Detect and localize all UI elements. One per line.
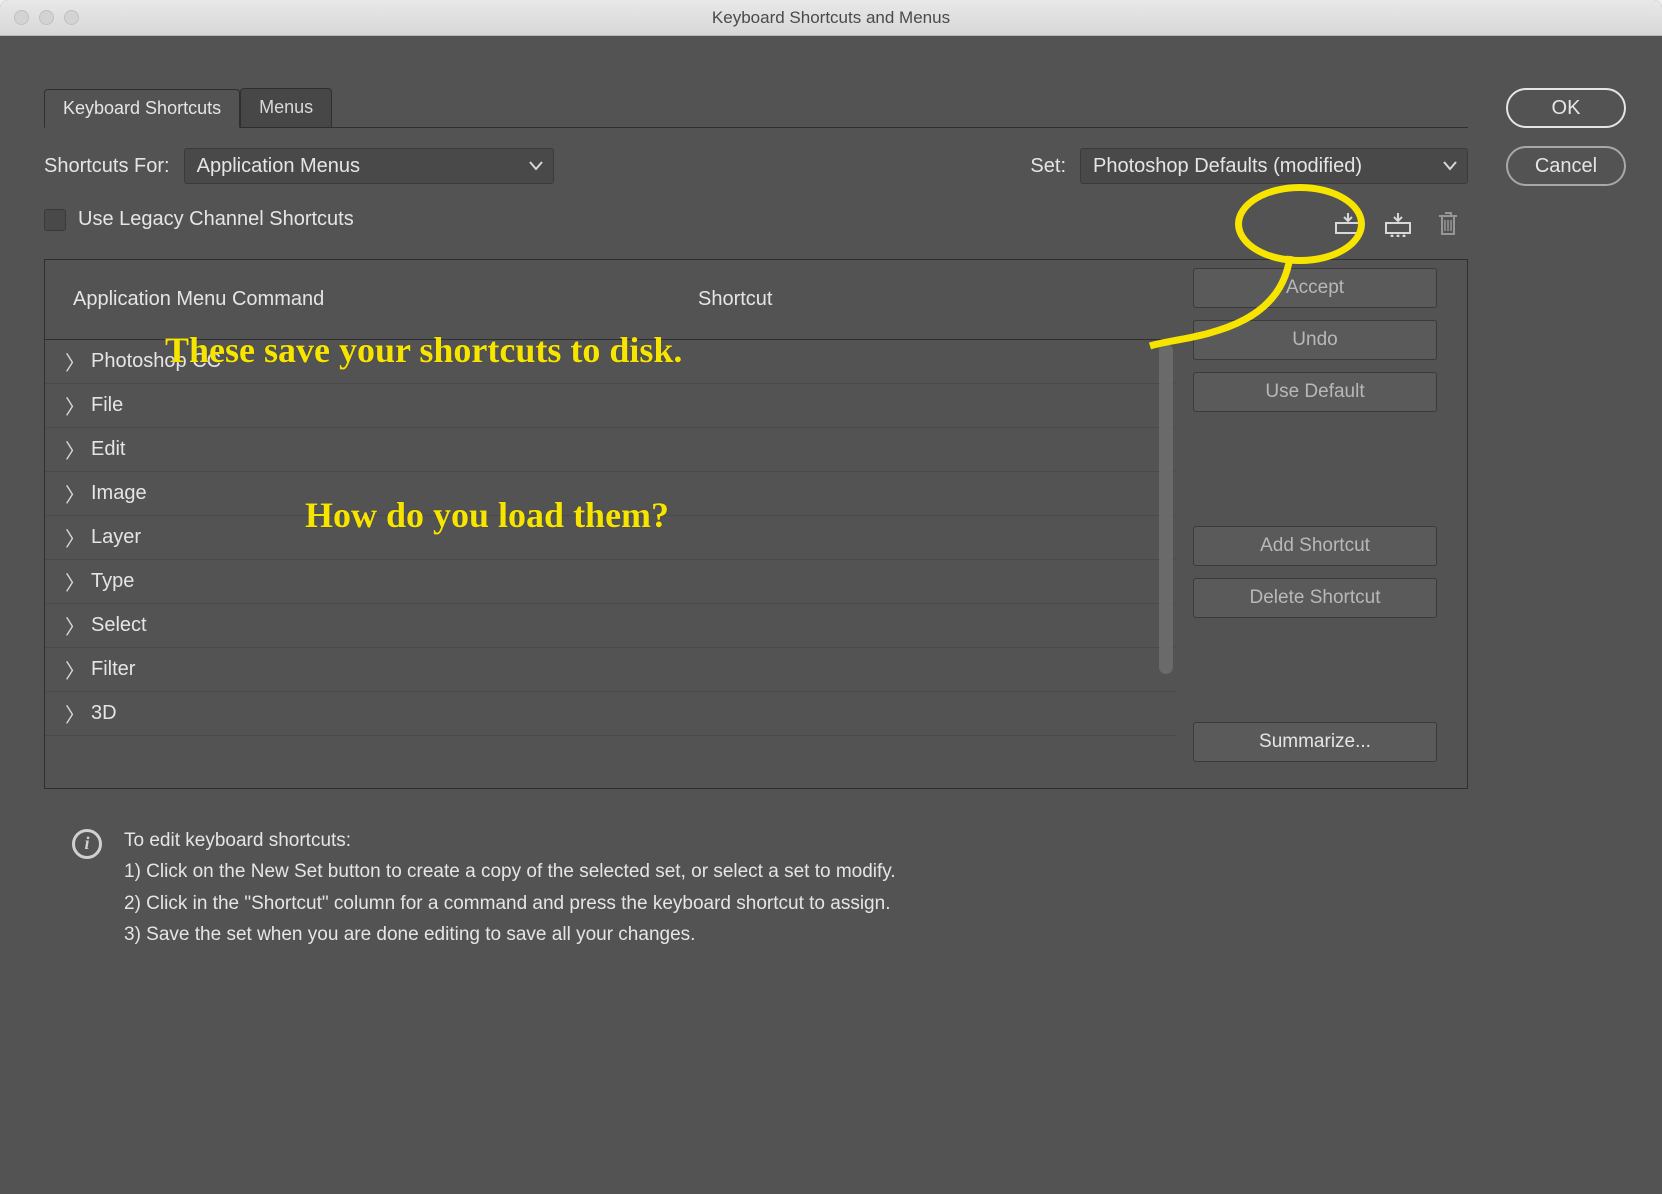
item-label: Type (91, 570, 134, 593)
undo-button[interactable]: Undo (1193, 320, 1437, 360)
set-label: Set: (1030, 155, 1066, 178)
chevron-right-icon: 〉 (65, 655, 79, 684)
save-icon (1333, 211, 1363, 237)
info-icon: i (72, 829, 102, 859)
shortcuts-for-label: Shortcuts For: (44, 155, 170, 178)
list-item[interactable]: 〉 File (45, 384, 1175, 428)
titlebar: Keyboard Shortcuts and Menus (0, 0, 1662, 36)
chevron-right-icon: 〉 (65, 435, 79, 464)
item-label: 3D (91, 702, 117, 725)
scrollbar[interactable] (1159, 344, 1173, 674)
info-line: 2) Click in the "Shortcut" column for a … (124, 888, 896, 919)
info-block: i To edit keyboard shortcuts: 1) Click o… (44, 825, 1468, 950)
list-item[interactable]: 〉 Photoshop CC (45, 340, 1175, 384)
main-panel: Keyboard Shortcuts Menus Shortcuts For: … (44, 88, 1468, 950)
info-text: To edit keyboard shortcuts: 1) Click on … (124, 825, 896, 950)
shortcuts-list: Application Menu Command Shortcut 〉 Photo… (45, 260, 1175, 788)
chevron-down-icon (1443, 161, 1457, 171)
item-label: Image (91, 482, 147, 505)
shortcuts-list-area: Application Menu Command Shortcut 〉 Photo… (44, 259, 1468, 789)
set-value: Photoshop Defaults (modified) (1093, 155, 1362, 178)
use-default-button[interactable]: Use Default (1193, 372, 1437, 412)
dialog-window: Keyboard Shortcuts and Menus OK Cancel K… (0, 0, 1662, 1194)
column-command: Application Menu Command (73, 288, 578, 311)
ok-button[interactable]: OK (1506, 88, 1626, 128)
shortcuts-for-row: Shortcuts For: Application Menus Set: Ph… (44, 148, 1468, 184)
list-header: Application Menu Command Shortcut (45, 260, 1175, 340)
column-shortcut: Shortcut (698, 288, 772, 311)
item-label: File (91, 394, 123, 417)
info-heading: To edit keyboard shortcuts: (124, 825, 896, 856)
save-as-icon (1383, 211, 1413, 237)
item-label: Edit (91, 438, 125, 461)
tab-menus[interactable]: Menus (240, 88, 332, 127)
chevron-right-icon: 〉 (65, 699, 79, 728)
add-shortcut-button[interactable]: Add Shortcut (1193, 526, 1437, 566)
list-item[interactable]: 〉 Layer (45, 516, 1175, 560)
ok-cancel-group: OK Cancel (1506, 88, 1626, 186)
tab-keyboard-shortcuts[interactable]: Keyboard Shortcuts (44, 89, 240, 128)
accept-button[interactable]: Accept (1193, 268, 1437, 308)
chevron-right-icon: 〉 (65, 523, 79, 552)
shortcuts-for-value: Application Menus (197, 155, 360, 178)
item-label: Select (91, 614, 147, 637)
legacy-label: Use Legacy Channel Shortcuts (78, 208, 354, 231)
save-set-as-button[interactable] (1378, 204, 1418, 244)
tab-bar: Keyboard Shortcuts Menus (44, 88, 1468, 128)
set-icon-row (1328, 204, 1468, 244)
save-set-button[interactable] (1328, 204, 1368, 244)
list-item[interactable]: 〉 Image (45, 472, 1175, 516)
legacy-checkbox[interactable] (44, 209, 66, 231)
chevron-right-icon: 〉 (65, 611, 79, 640)
item-label: Filter (91, 658, 135, 681)
cancel-button[interactable]: Cancel (1506, 146, 1626, 186)
window-title: Keyboard Shortcuts and Menus (0, 8, 1662, 28)
list-item[interactable]: 〉 Type (45, 560, 1175, 604)
list-item[interactable]: 〉 3D (45, 692, 1175, 736)
set-select[interactable]: Photoshop Defaults (modified) (1080, 148, 1468, 184)
list-body[interactable]: 〉Photoshop CC 〉File 〉Edit 〉Image 〉Layer … (45, 340, 1175, 788)
chevron-right-icon: 〉 (65, 567, 79, 596)
item-label: Photoshop CC (91, 350, 221, 373)
trash-icon (1436, 210, 1460, 238)
info-line: 1) Click on the New Set button to create… (124, 856, 896, 887)
info-line: 3) Save the set when you are done editin… (124, 919, 896, 950)
shortcuts-for-select[interactable]: Application Menus (184, 148, 554, 184)
summarize-button[interactable]: Summarize... (1193, 722, 1437, 762)
list-item[interactable]: 〉 Select (45, 604, 1175, 648)
chevron-down-icon (529, 161, 543, 171)
list-item[interactable]: 〉 Edit (45, 428, 1175, 472)
chevron-right-icon: 〉 (65, 391, 79, 420)
side-buttons: Accept Undo Use Default Add Shortcut Del… (1175, 260, 1437, 788)
chevron-right-icon: 〉 (65, 347, 79, 376)
delete-set-button[interactable] (1428, 204, 1468, 244)
dialog-content: OK Cancel Keyboard Shortcuts Menus Short… (0, 36, 1662, 1194)
delete-shortcut-button[interactable]: Delete Shortcut (1193, 578, 1437, 618)
legacy-row: Use Legacy Channel Shortcuts (44, 208, 1468, 231)
chevron-right-icon: 〉 (65, 479, 79, 508)
item-label: Layer (91, 526, 141, 549)
list-item[interactable]: 〉 Filter (45, 648, 1175, 692)
